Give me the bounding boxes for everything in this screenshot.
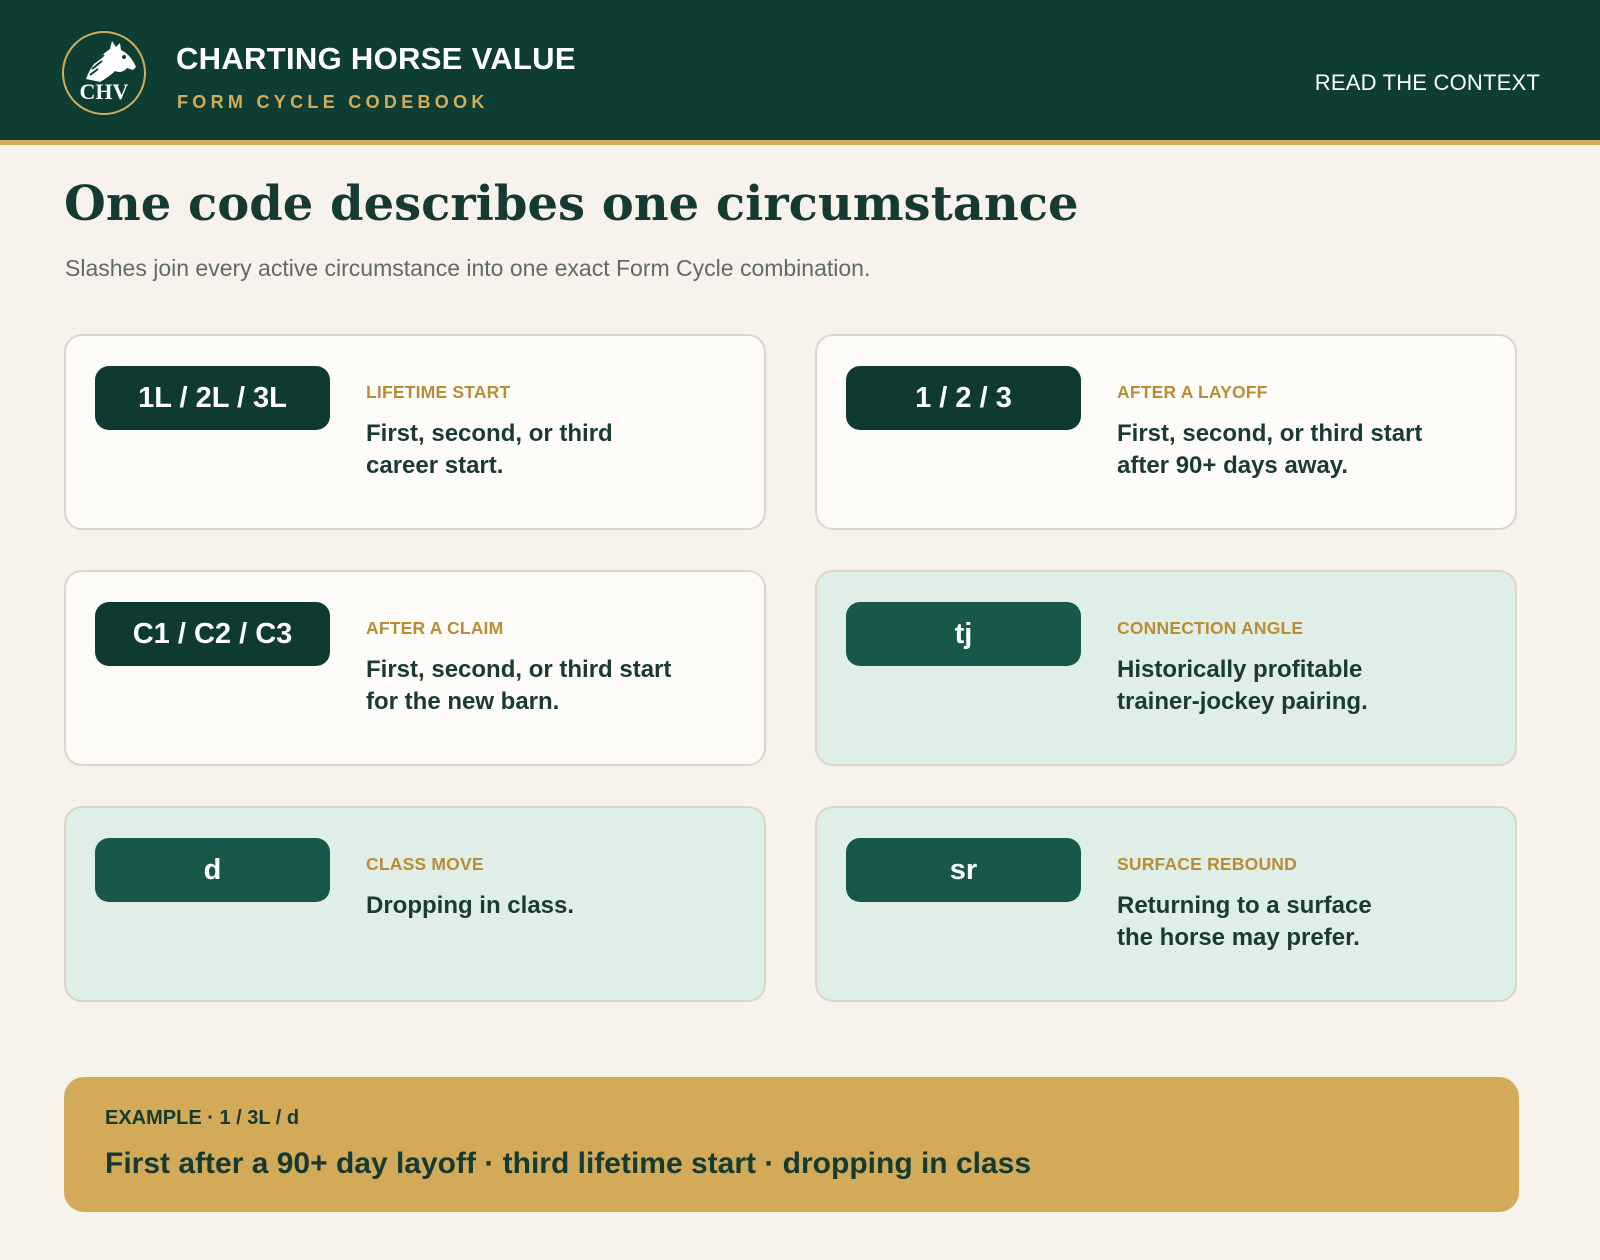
code-category: LIFETIME START [366, 382, 511, 402]
code-description-line: for the new barn. [366, 688, 560, 715]
code-pill: tj [846, 602, 1081, 666]
code-description-line: Returning to a surface [1117, 892, 1372, 919]
code-category: CONNECTION ANGLE [1117, 618, 1304, 638]
code-card-after-claim: C1 / C2 / C3 AFTER A CLAIM First, second… [64, 570, 766, 766]
code-description: First, second, or third career start. [366, 418, 736, 482]
code-description: Historically profitable trainer-jockey p… [1117, 654, 1487, 718]
code-card-surface-rebound: sr SURFACE REBOUND Returning to a surfac… [815, 806, 1517, 1002]
code-description-line: after 90+ days away. [1117, 452, 1349, 479]
code-description-line: Dropping in class. [366, 892, 575, 919]
example-banner: EXAMPLE · 1 / 3L / d First after a 90+ d… [64, 1077, 1519, 1212]
code-pill: d [95, 838, 330, 902]
app-header: CHV CHARTING HORSE VALUE FORM CYCLE CODE… [0, 0, 1600, 145]
brand-subtitle: FORM CYCLE CODEBOOK [177, 92, 489, 112]
code-description: Returning to a surface the horse may pre… [1117, 890, 1487, 954]
code-pill: 1 / 2 / 3 [846, 366, 1081, 430]
code-description: First, second, or third start after 90+ … [1117, 418, 1487, 482]
code-description-line: the horse may prefer. [1117, 924, 1360, 951]
code-pill: C1 / C2 / C3 [95, 602, 330, 666]
code-description-line: First, second, or third [366, 420, 613, 447]
code-description-line: career start. [366, 452, 504, 479]
code-description: Dropping in class. [366, 890, 736, 922]
code-card-lifetime-start: 1L / 2L / 3L LIFETIME START First, secon… [64, 334, 766, 530]
example-text: First after a 90+ day layoff · third lif… [105, 1147, 1032, 1180]
code-category: AFTER A CLAIM [366, 618, 504, 638]
code-category: CLASS MOVE [366, 854, 484, 874]
code-description-line: First, second, or third start [366, 656, 672, 683]
example-label: EXAMPLE · 1 / 3L / d [105, 1107, 300, 1129]
code-category: SURFACE REBOUND [1117, 854, 1297, 874]
code-description-line: Historically profitable [1117, 656, 1363, 683]
code-description: First, second, or third start for the ne… [366, 654, 736, 718]
code-description-line: trainer-jockey pairing. [1117, 688, 1368, 715]
code-card-class-move: d CLASS MOVE Dropping in class. [64, 806, 766, 1002]
code-description-line: First, second, or third start [1117, 420, 1423, 447]
code-card-after-layoff: 1 / 2 / 3 AFTER A LAYOFF First, second, … [815, 334, 1517, 530]
code-card-connection-angle: tj CONNECTION ANGLE Historically profita… [815, 570, 1517, 766]
code-pill: 1L / 2L / 3L [95, 366, 330, 430]
logo-text: CHV [79, 79, 129, 104]
code-category: AFTER A LAYOFF [1117, 382, 1268, 402]
read-the-context-link[interactable]: READ THE CONTEXT [1315, 70, 1540, 96]
brand-title: CHARTING HORSE VALUE [176, 41, 576, 76]
code-pill: sr [846, 838, 1081, 902]
page-subtitle: Slashes join every active circumstance i… [65, 255, 871, 281]
page-title: One code describes one circumstance [64, 176, 1079, 232]
horse-head-logo-icon[interactable]: CHV [62, 31, 146, 115]
